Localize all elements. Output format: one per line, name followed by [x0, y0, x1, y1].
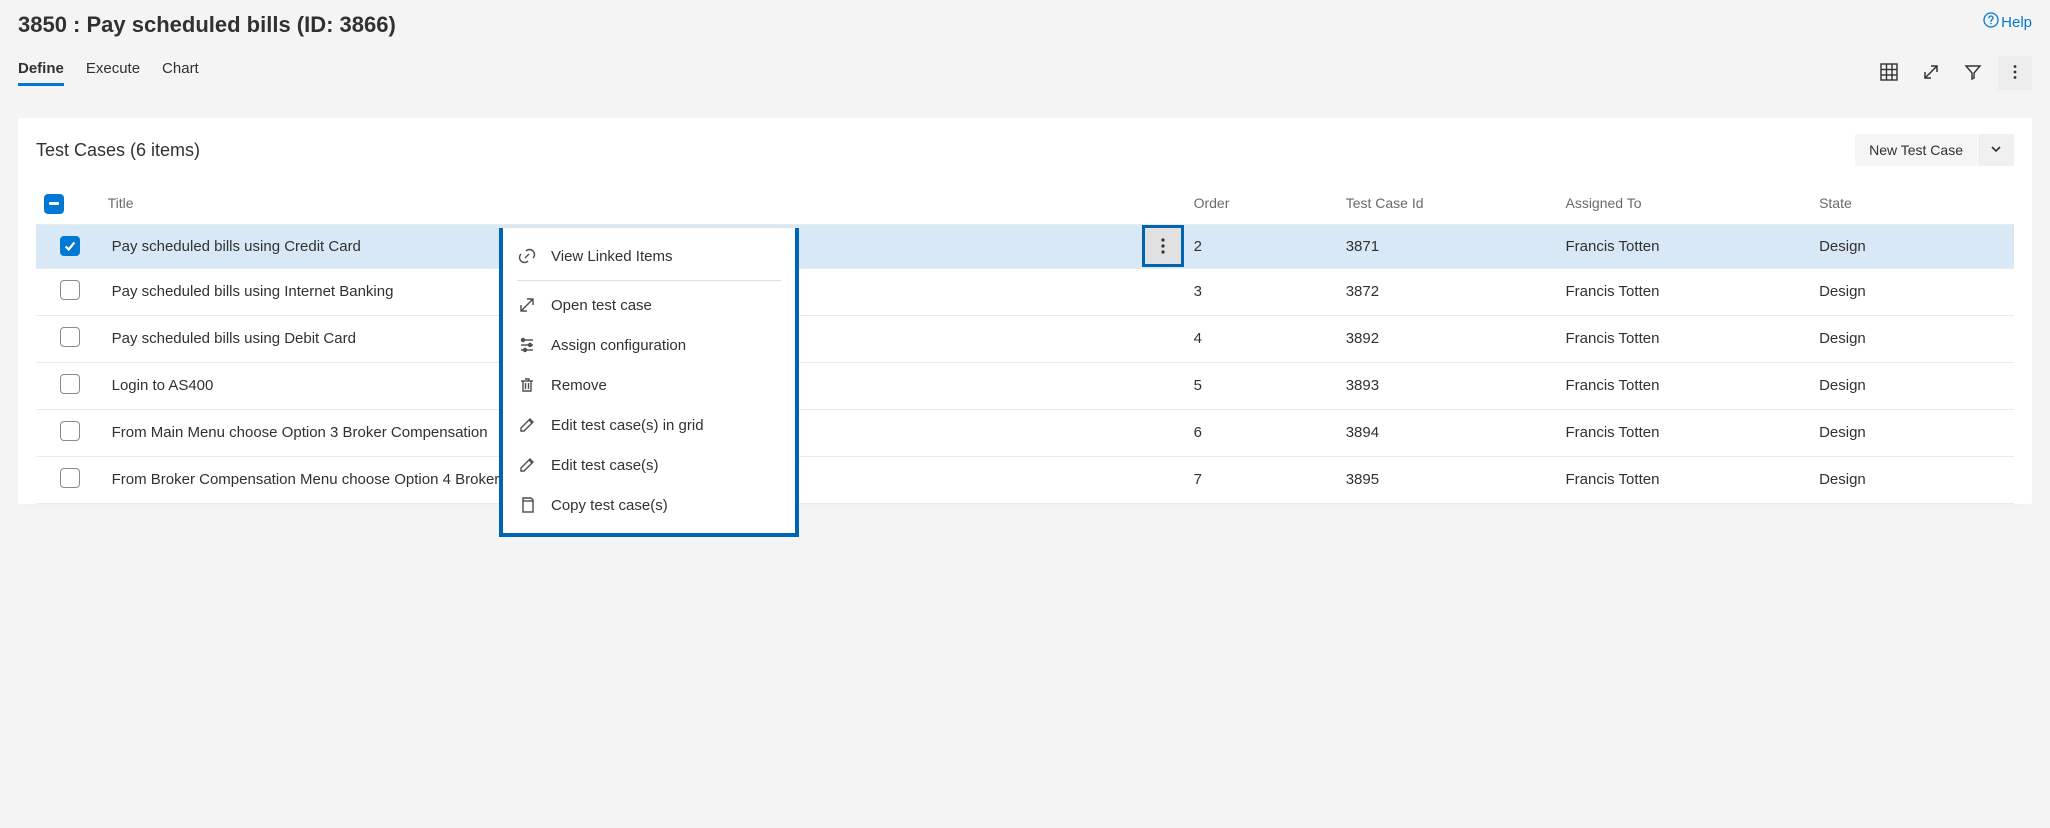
menu-item[interactable]: View Linked Items: [503, 236, 795, 276]
chevron-down-icon: [1990, 143, 2002, 158]
config-icon: [517, 335, 537, 355]
column-order[interactable]: Order: [1186, 182, 1338, 224]
link-icon: [517, 246, 537, 266]
pencil-icon: [517, 415, 537, 435]
new-test-case-chevron[interactable]: [1978, 134, 2014, 166]
row-assigned-to: Francis Totten: [1557, 456, 1811, 503]
row-checkbox[interactable]: [60, 280, 80, 300]
menu-item[interactable]: Open test case: [503, 285, 795, 325]
row-checkbox[interactable]: [60, 374, 80, 394]
row-checkbox[interactable]: [60, 421, 80, 441]
menu-item-label: Edit test case(s) in grid: [551, 417, 704, 434]
row-checkbox[interactable]: [60, 236, 80, 256]
tabs: Define Execute Chart: [18, 60, 199, 86]
row-order: 7: [1186, 456, 1338, 503]
help-link[interactable]: Help: [1983, 12, 2032, 32]
tab-chart[interactable]: Chart: [162, 60, 199, 86]
page-title: 3850 : Pay scheduled bills (ID: 3866): [18, 12, 396, 38]
more-vertical-icon: [2006, 63, 2024, 84]
row-state: Design: [1811, 224, 2014, 268]
select-all-checkbox[interactable]: [44, 194, 64, 214]
row-title: Pay scheduled bills using Credit Card: [112, 238, 361, 255]
menu-item-label: Assign configuration: [551, 337, 686, 354]
row-order: 2: [1186, 224, 1338, 268]
table-row[interactable]: Pay scheduled bills using Internet Banki…: [36, 268, 2014, 315]
row-title: Login to AS400: [112, 377, 214, 394]
help-icon: [1983, 12, 1999, 32]
trash-icon: [517, 375, 537, 395]
filter-button[interactable]: [1956, 56, 1990, 90]
table-row[interactable]: From Broker Compensation Menu choose Opt…: [36, 456, 2014, 503]
row-order: 3: [1186, 268, 1338, 315]
row-test-case-id: 3895: [1338, 456, 1558, 503]
menu-item[interactable]: Copy test case(s): [503, 485, 795, 525]
menu-item[interactable]: Edit test case(s): [503, 445, 795, 485]
row-more-button[interactable]: [1142, 225, 1184, 267]
row-order: 6: [1186, 409, 1338, 456]
new-test-case-button[interactable]: New Test Case: [1855, 134, 1977, 166]
row-assigned-to: Francis Totten: [1557, 409, 1811, 456]
expand-button[interactable]: [1914, 56, 1948, 90]
row-order: 4: [1186, 315, 1338, 362]
panel-title: Test Cases (6 items): [36, 140, 200, 161]
help-label: Help: [2001, 14, 2032, 31]
column-state[interactable]: State: [1811, 182, 2014, 224]
grid-icon: [1880, 63, 1898, 84]
menu-item[interactable]: Assign configuration: [503, 325, 795, 365]
tab-define[interactable]: Define: [18, 60, 64, 86]
row-checkbox[interactable]: [60, 468, 80, 488]
menu-item-label: Open test case: [551, 297, 652, 314]
row-test-case-id: 3893: [1338, 362, 1558, 409]
menu-item-label: Edit test case(s): [551, 457, 659, 474]
row-order: 5: [1186, 362, 1338, 409]
row-test-case-id: 3872: [1338, 268, 1558, 315]
open-icon: [517, 295, 537, 315]
menu-item[interactable]: Remove: [503, 365, 795, 405]
row-state: Design: [1811, 362, 2014, 409]
column-title[interactable]: Title: [104, 182, 1186, 224]
row-checkbox[interactable]: [60, 327, 80, 347]
row-assigned-to: Francis Totten: [1557, 362, 1811, 409]
row-title: Pay scheduled bills using Internet Banki…: [112, 283, 394, 300]
row-title: From Main Menu choose Option 3 Broker Co…: [112, 424, 488, 441]
menu-separator: [517, 280, 781, 281]
menu-item[interactable]: Edit test case(s) in grid: [503, 405, 795, 445]
row-assigned-to: Francis Totten: [1557, 315, 1811, 362]
row-test-case-id: 3892: [1338, 315, 1558, 362]
table-row[interactable]: From Main Menu choose Option 3 Broker Co…: [36, 409, 2014, 456]
row-title: Pay scheduled bills using Debit Card: [112, 330, 356, 347]
row-state: Design: [1811, 315, 2014, 362]
column-assigned-to[interactable]: Assigned To: [1557, 182, 1811, 224]
row-context-menu[interactable]: View Linked Items Open test case Assign co…: [499, 228, 799, 537]
row-state: Design: [1811, 456, 2014, 503]
menu-item-label: View Linked Items: [551, 248, 672, 265]
row-assigned-to: Francis Totten: [1557, 224, 1811, 268]
tab-execute[interactable]: Execute: [86, 60, 140, 86]
row-assigned-to: Francis Totten: [1557, 268, 1811, 315]
menu-item-label: Remove: [551, 377, 607, 394]
row-state: Design: [1811, 409, 2014, 456]
table-row[interactable]: Login to AS400 53893Francis TottenDesign: [36, 362, 2014, 409]
expand-icon: [1922, 63, 1940, 84]
table-row[interactable]: Pay scheduled bills using Credit Card 238…: [36, 224, 2014, 268]
copy-icon: [517, 495, 537, 515]
row-test-case-id: 3894: [1338, 409, 1558, 456]
column-test-case-id[interactable]: Test Case Id: [1338, 182, 1558, 224]
table-row[interactable]: Pay scheduled bills using Debit Card 4389…: [36, 315, 2014, 362]
menu-item-label: Copy test case(s): [551, 497, 668, 514]
filter-icon: [1964, 63, 1982, 84]
grid-view-button[interactable]: [1872, 56, 1906, 90]
row-test-case-id: 3871: [1338, 224, 1558, 268]
more-actions-button[interactable]: [1998, 56, 2032, 90]
row-state: Design: [1811, 268, 2014, 315]
pencil-icon: [517, 455, 537, 475]
